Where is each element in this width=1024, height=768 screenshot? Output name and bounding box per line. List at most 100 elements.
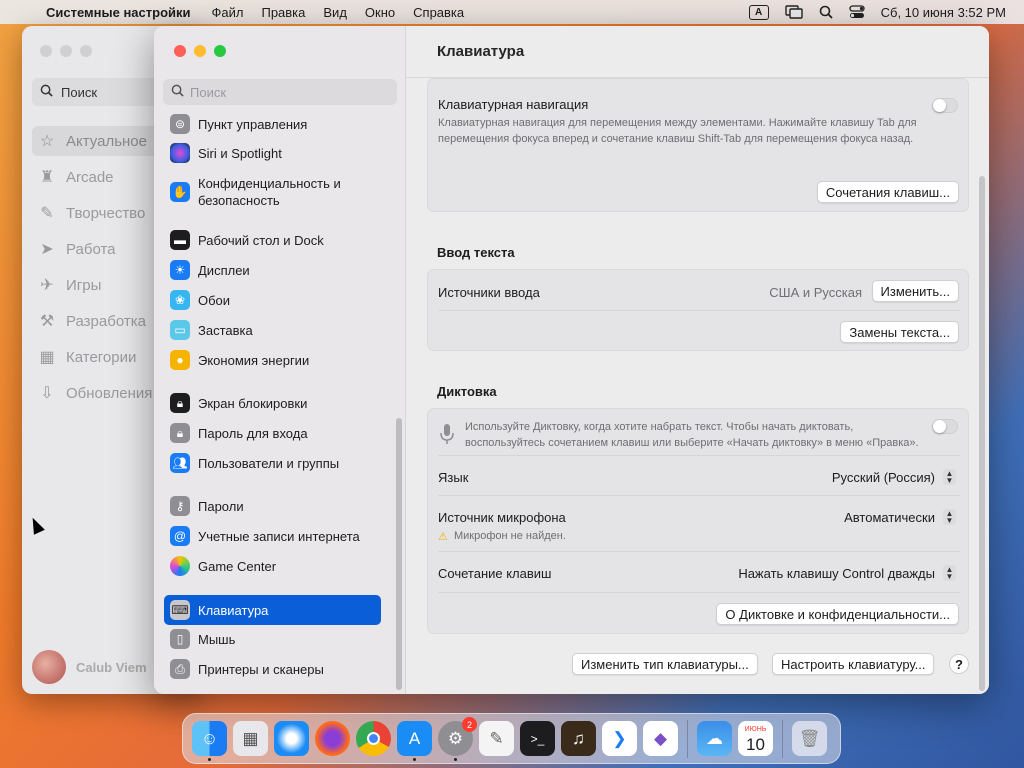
- keyboard-navigation-group: Клавиатурная навигация Клавиатурная нави…: [427, 78, 969, 212]
- lock-password-icon: 🔒︎: [170, 423, 190, 443]
- instruments-icon[interactable]: ♫: [561, 721, 596, 756]
- sidebar-item-displays[interactable]: ☀ Дисплеи: [164, 255, 381, 285]
- avatar: [32, 650, 66, 684]
- change-keyboard-type-button[interactable]: Изменить тип клавиатуры...: [572, 653, 758, 675]
- users-groups-icon: 👥︎: [170, 453, 190, 473]
- dictation-header: Диктовка: [437, 384, 497, 399]
- control-center-icon: ⊜: [170, 114, 190, 134]
- sidebar-item-keyboard[interactable]: ⌨ Клавиатура: [164, 595, 381, 625]
- search-icon: [40, 84, 53, 100]
- input-source-icon[interactable]: A: [741, 4, 777, 20]
- screen-mirroring-icon[interactable]: [777, 5, 811, 19]
- menu-file[interactable]: Файл: [203, 5, 253, 20]
- printer-icon: ⎙: [170, 659, 190, 679]
- rocket-icon: ✈: [40, 277, 54, 294]
- microphone-icon: [440, 423, 454, 448]
- energy-bulb-icon: ●: [170, 350, 190, 370]
- settings-sidebar: Поиск ⊜ Пункт управления Siri и Spotlight…: [154, 26, 406, 694]
- close-button[interactable]: [174, 45, 186, 57]
- sidebar-item-siri[interactable]: Siri и Spotlight: [164, 138, 381, 168]
- sidebar-item-mouse[interactable]: ▯ Мышь: [164, 624, 381, 654]
- displays-sun-icon: ☀: [170, 260, 190, 280]
- siri-icon: [170, 143, 190, 163]
- joystick-icon: ♜: [39, 169, 55, 186]
- text-replacements-button[interactable]: Замены текста...: [840, 321, 959, 343]
- bg-user-account[interactable]: Calub Viem: [32, 650, 147, 684]
- sidebar-item-control-center[interactable]: ⊜ Пункт управления: [164, 109, 381, 139]
- keyboard-navigation-toggle[interactable]: [932, 98, 958, 113]
- minimize-button[interactable]: [194, 45, 206, 57]
- dictation-toggle[interactable]: [932, 419, 958, 434]
- system-settings-icon[interactable]: ⚙ 2: [438, 717, 477, 761]
- sidebar-item-game-center[interactable]: Game Center: [164, 551, 381, 581]
- sidebar-item-energy[interactable]: ● Экономия энергии: [164, 345, 381, 375]
- keyboard-icon: ⌨: [170, 600, 190, 620]
- vscode-icon[interactable]: ❯: [602, 721, 637, 756]
- launchpad-icon[interactable]: ▦: [233, 721, 268, 756]
- dock: ☺ ▦ ✦ A ⚙ 2 ✎ >_ ♫ ❯ ◆ ☁ ИЮНЬ 10 🗑︎: [182, 713, 841, 764]
- safari-icon[interactable]: ✦: [274, 721, 309, 756]
- sidebar-scrollbar[interactable]: [396, 418, 402, 690]
- sidebar-item-screensaver[interactable]: ▭ Заставка: [164, 315, 381, 345]
- sidebar-item-login-password[interactable]: 🔒︎ Пароль для входа: [164, 418, 381, 448]
- menu-window[interactable]: Окно: [356, 5, 404, 20]
- chevron-updown-icon: ▲ ▼: [943, 509, 956, 525]
- weather-icon[interactable]: ☁: [697, 721, 732, 756]
- sidebar-item-privacy[interactable]: ✋ Конфиденциальность и безопасность: [164, 172, 381, 212]
- warning-icon: ⚠: [438, 531, 448, 543]
- sidebar-item-printers[interactable]: ⎙ Принтеры и сканеры: [164, 654, 381, 684]
- dictation-shortcut-popup[interactable]: Нажать клавишу Control дважды ▲ ▼: [738, 565, 956, 581]
- bg-close-button[interactable]: [40, 45, 52, 57]
- dictation-language-label: Язык: [438, 470, 469, 485]
- game-center-icon: [170, 556, 190, 576]
- input-sources-change-button[interactable]: Изменить...: [871, 280, 959, 302]
- menu-view[interactable]: Вид: [314, 5, 356, 20]
- sidebar-search-field[interactable]: Поиск: [163, 79, 397, 105]
- lock-screen-icon: 🔒︎: [170, 393, 190, 413]
- help-button[interactable]: ?: [949, 654, 969, 674]
- terminal-icon[interactable]: >_: [520, 721, 555, 756]
- spotlight-search-icon[interactable]: [811, 5, 841, 19]
- bg-minimize-button[interactable]: [60, 45, 72, 57]
- download-icon: ⇩: [40, 385, 54, 402]
- text-input-header: Ввод текста: [437, 245, 515, 260]
- menu-app-name[interactable]: Системные настройки: [42, 5, 203, 20]
- page-title: Клавиатура: [406, 26, 989, 78]
- keyboard-shortcuts-button[interactable]: Сочетания клавиш...: [816, 181, 959, 203]
- textedit-icon[interactable]: ✎: [479, 721, 514, 756]
- dictation-privacy-button[interactable]: О Диктовке и конфиденциальности...: [716, 603, 959, 625]
- sidebar-item-internet-accounts[interactable]: @ Учетные записи интернета: [164, 521, 381, 551]
- keyboard-navigation-label: Клавиатурная навигация: [438, 97, 589, 112]
- visual-studio-icon[interactable]: ◆: [643, 721, 678, 756]
- settings-content: Клавиатура Клавиатурная навигация Клавиа…: [406, 26, 989, 694]
- sidebar-item-lock-screen[interactable]: 🔒︎ Экран блокировки: [164, 388, 381, 418]
- dock-separator: [782, 719, 783, 758]
- menu-clock[interactable]: Сб, 10 июня 3:52 PM: [873, 5, 1024, 20]
- firefox-icon[interactable]: [315, 721, 350, 756]
- microphone-source-popup[interactable]: Автоматически ▲ ▼: [844, 509, 956, 525]
- finder-icon[interactable]: ☺: [192, 721, 227, 761]
- sidebar-item-wallpaper[interactable]: ❀ Обои: [164, 285, 381, 315]
- menu-edit[interactable]: Правка: [252, 5, 314, 20]
- sidebar-item-users[interactable]: 👥︎ Пользователи и группы: [164, 448, 381, 478]
- bg-zoom-button[interactable]: [80, 45, 92, 57]
- grid-icon: ▦: [39, 349, 55, 366]
- chrome-icon[interactable]: [356, 721, 391, 756]
- app-store-icon[interactable]: A: [397, 721, 432, 761]
- paper-plane-icon: ➤: [40, 241, 54, 258]
- hammer-icon: ⚒: [39, 313, 55, 330]
- dictation-language-popup[interactable]: Русский (Россия) ▲ ▼: [832, 469, 956, 485]
- desktop-dock-icon: ▬: [170, 230, 190, 250]
- control-center-icon[interactable]: [841, 5, 873, 19]
- setup-keyboard-button[interactable]: Настроить клавиатуру...: [772, 653, 935, 675]
- zoom-button[interactable]: [214, 45, 226, 57]
- divider: [438, 551, 960, 552]
- trash-icon[interactable]: 🗑︎: [792, 721, 827, 756]
- sidebar-item-desktop-dock[interactable]: ▬ Рабочий стол и Dock: [164, 225, 381, 255]
- content-scrollbar[interactable]: [979, 176, 985, 691]
- sidebar-item-passwords[interactable]: ⚷ Пароли: [164, 491, 381, 521]
- calendar-icon[interactable]: ИЮНЬ 10: [738, 721, 773, 756]
- dictation-description: Используйте Диктовку, когда хотите набра…: [465, 421, 919, 449]
- input-sources-label: Источники ввода: [438, 285, 540, 300]
- menu-help[interactable]: Справка: [404, 5, 473, 20]
